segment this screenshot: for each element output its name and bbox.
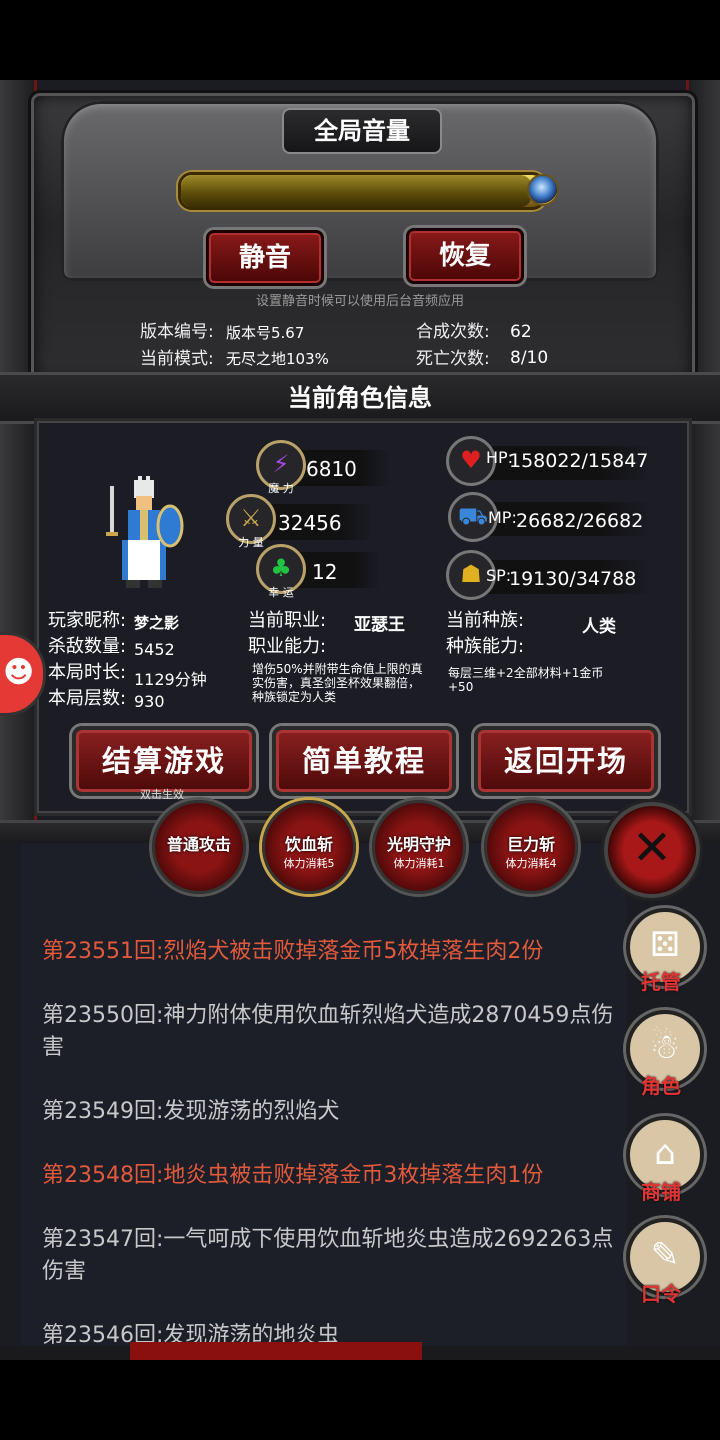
bottom-progress [130, 1342, 422, 1360]
character-avatar [104, 476, 184, 592]
log-entry: 第23549回:发现游荡的烈焰犬 [42, 1099, 340, 1124]
skill-name: 普通攻击 [166, 835, 231, 854]
skill-name: 光明守护 [386, 835, 451, 854]
volume-fill [181, 175, 533, 207]
job-ability-label: 职业能力: [248, 636, 327, 657]
code-label: 口令 [641, 1282, 681, 1306]
magic-caption: 魔 力 [268, 482, 294, 495]
synth-value: 62 [510, 322, 532, 342]
skill-giant-slash[interactable]: 巨力斩 体力消耗4 [484, 800, 578, 894]
skill-cost: 体力消耗5 [283, 857, 335, 870]
volume-title: 全局音量 [282, 108, 442, 154]
log-entry: 第23551回:烈焰犬被击败掉落金币5枚掉落生肉2份 [42, 939, 544, 964]
volume-knob[interactable] [527, 174, 559, 206]
close-icon[interactable]: ✕ [604, 802, 700, 898]
settle-hint: 双击生效 [140, 788, 184, 801]
floors-value: 930 [134, 692, 165, 711]
skill-name: 饮血斩 [284, 835, 333, 854]
volume-hint: 设置静音时候可以使用后台音频应用 [255, 294, 464, 309]
floors-label: 本局层数: [48, 688, 127, 709]
skill-cost: 体力消耗1 [393, 857, 445, 870]
luck-value: 12 [312, 560, 338, 584]
nickname-label: 玩家昵称: [48, 610, 127, 631]
kills-value: 5452 [134, 640, 175, 659]
time-value: 1129分钟 [134, 670, 207, 689]
nickname-value: 梦之影 [134, 614, 180, 632]
death-label: 死亡次数: [416, 349, 490, 369]
race-ability-label: 种族能力: [446, 636, 525, 657]
skill-normal-attack[interactable]: 普通攻击 [152, 800, 246, 894]
magic-value: 6810 [306, 457, 357, 481]
skill-blood-slash[interactable]: 饮血斩 体力消耗5 [262, 800, 356, 894]
back-to-start-button[interactable]: 返回开场 [474, 726, 658, 796]
volume-slider[interactable] [178, 172, 546, 210]
log-entry: 第23547回:一气呵成下使用饮血斩地炎虫造成2692263点伤害 [42, 1227, 614, 1284]
job-label: 当前职业: [248, 610, 327, 631]
job-value: 亚瑟王 [354, 615, 405, 635]
sp-value: 19130/34788 [509, 568, 637, 590]
job-ability-text: 增伤50%并附带生命值上限的真实伤害，真圣剑圣杯效果翻倍，种族锁定为人类 [252, 662, 423, 704]
sp-label: SP: [486, 566, 512, 585]
mp-value: 26682/26682 [516, 510, 644, 532]
hp-value-clip: 158022/158472 [509, 450, 649, 472]
version-label: 版本编号: [140, 322, 214, 342]
race-label: 当前种族: [446, 610, 525, 631]
battle-log[interactable]: 第23551回:烈焰犬被击败掉落金币5枚掉落生肉2份第23550回:神力附体使用… [22, 830, 626, 1350]
race-value: 人类 [582, 617, 616, 637]
shop-label: 商铺 [641, 1180, 681, 1204]
auto-label: 托管 [641, 970, 681, 994]
log-entry: 第23550回:神力附体使用饮血斩烈焰犬造成2870459点伤害 [42, 1003, 614, 1060]
skill-light-guard[interactable]: 光明守护 体力消耗1 [372, 800, 466, 894]
death-value: 8/10 [510, 348, 549, 368]
mode-label: 当前模式: [140, 349, 214, 369]
skill-name: 巨力斩 [506, 835, 555, 854]
skill-cost: 体力消耗4 [505, 857, 557, 870]
race-ability-text: 每层三维+2全部材料+1金币+50 [448, 666, 604, 694]
synth-label: 合成次数: [416, 322, 490, 342]
restore-button[interactable]: 恢复 [406, 228, 524, 284]
role-label: 角色 [641, 1074, 681, 1098]
hp-value: 158022/158472 [509, 450, 649, 472]
kills-label: 杀敌数量: [48, 636, 127, 657]
char-section-title: 当前角色信息 [288, 384, 432, 412]
version-value: 版本号5.67 [226, 324, 305, 342]
mute-button[interactable]: 静音 [206, 230, 324, 286]
luck-caption: 幸 运 [268, 586, 294, 599]
tutorial-button[interactable]: 简单教程 [272, 726, 456, 796]
person-icon: ☻ [3, 655, 35, 690]
time-label: 本局时长: [48, 662, 127, 683]
mode-value: 无尽之地103% [226, 350, 329, 368]
mp-label: MP: [488, 508, 517, 527]
log-entry: 第23548回:地炎虫被击败掉落金币3枚掉落生肉1份 [42, 1163, 544, 1188]
strength-value: 32456 [278, 511, 342, 535]
